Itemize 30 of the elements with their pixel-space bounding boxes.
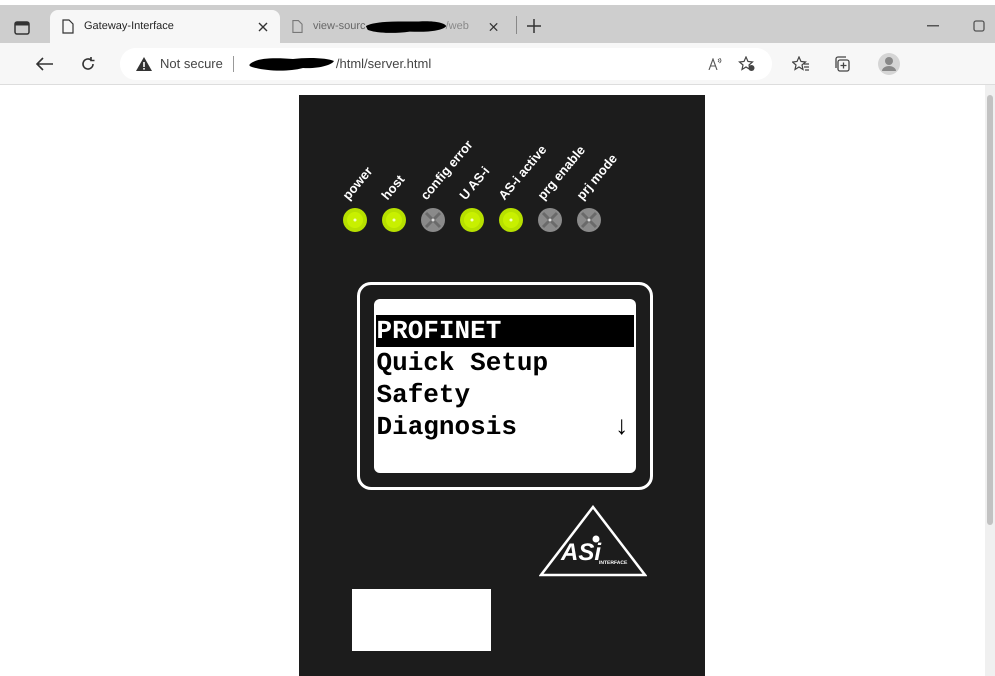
menu-item[interactable]: Quick Setup bbox=[376, 347, 634, 379]
add-favorite-icon[interactable] bbox=[738, 56, 756, 72]
refresh-icon[interactable] bbox=[80, 56, 96, 72]
back-icon[interactable] bbox=[36, 56, 54, 70]
address-bar[interactable]: Not secure /html/server.html bbox=[120, 48, 772, 80]
page-icon bbox=[292, 19, 303, 34]
menu-item[interactable]: Safety bbox=[376, 379, 634, 411]
browser-tab[interactable]: Gateway-Interface bbox=[50, 10, 280, 43]
tab-title: Gateway-Interface bbox=[84, 19, 174, 34]
tab-title: /web bbox=[446, 19, 469, 34]
scrollbar[interactable] bbox=[985, 85, 995, 676]
minimize-icon[interactable] bbox=[927, 25, 939, 27]
close-icon[interactable] bbox=[258, 22, 268, 32]
menu-item[interactable]: Diagnosis bbox=[376, 411, 614, 443]
page-icon bbox=[62, 19, 74, 34]
tab-actions-icon[interactable] bbox=[14, 21, 30, 35]
close-icon[interactable] bbox=[488, 22, 498, 32]
favorites-icon[interactable] bbox=[792, 56, 810, 72]
read-aloud-icon[interactable] bbox=[708, 58, 722, 70]
tab-title: view-sourc bbox=[312, 19, 366, 34]
collections-icon[interactable] bbox=[834, 56, 850, 72]
warning-icon bbox=[136, 56, 152, 70]
menu-item[interactable]: PROFINET bbox=[376, 315, 634, 347]
new-tab-icon[interactable] bbox=[527, 19, 541, 33]
browser-tab[interactable]: view-sourc /web bbox=[280, 10, 510, 43]
profile-icon[interactable] bbox=[878, 52, 900, 74]
url-text: /html/server.html bbox=[336, 54, 432, 73]
security-label: Not secure bbox=[160, 54, 223, 73]
maximize-icon[interactable] bbox=[973, 20, 985, 32]
scroll-down-arrow: ↓ bbox=[614, 411, 630, 443]
